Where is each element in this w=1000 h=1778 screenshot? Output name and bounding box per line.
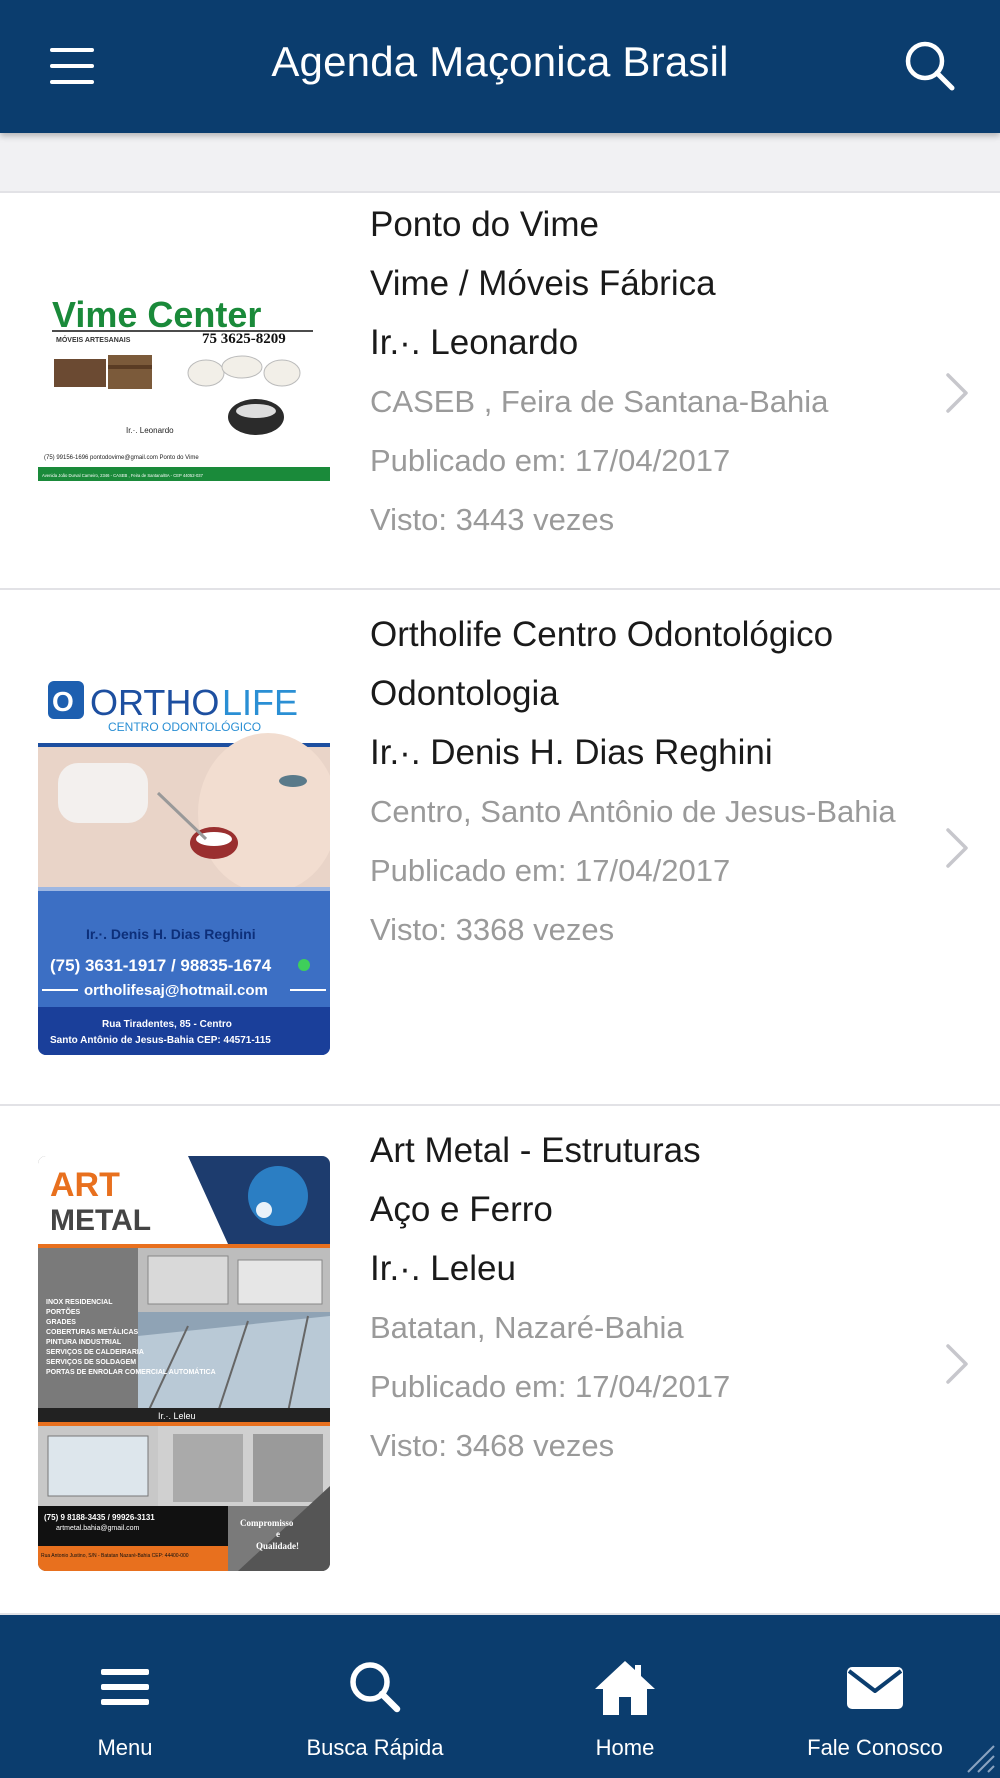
listing-name: Ponto do Vime <box>370 205 599 244</box>
thumb-phone: 75 3625-8209 <box>202 331 286 347</box>
list-item[interactable]: O ORTHO LIFE CENTRO ODONTOLÓGICO Ir.·. D… <box>0 590 1000 1106</box>
tab-label: Busca Rápida <box>306 1735 444 1760</box>
listing-location: CASEB , Feira de Santana-Bahia <box>370 384 829 419</box>
listing-location: Batatan, Nazaré-Bahia <box>370 1310 684 1345</box>
list-item[interactable]: ART METAL INOX RESIDENCIAL PORTÕES GRADE… <box>0 1106 1000 1615</box>
thumb-address-2: Santo Antônio de Jesus-Bahia CEP: 44571-… <box>50 1035 271 1046</box>
chevron-right-icon <box>946 828 968 868</box>
listing-person: Ir.·. Leonardo <box>370 323 579 362</box>
thumb-phone: (75) 9 8188-3435 / 99926-3131 <box>44 1513 155 1522</box>
tab-label: Home <box>595 1735 655 1760</box>
list-top-spacer <box>0 133 1000 193</box>
thumb-service: COBERTURAS METÁLICAS <box>46 1327 138 1336</box>
listing-category: Odontologia <box>370 674 559 713</box>
thumb-person: Ir.·. Leleu <box>158 1411 196 1421</box>
thumb-logo-text: ORTHO <box>90 682 219 723</box>
thumb-service: PINTURA INDUSTRIAL <box>46 1339 122 1346</box>
thumb-service: SERVIÇOS DE CALDEIRARIA <box>46 1349 144 1356</box>
listing-views: Visto: 3368 vezes <box>370 912 615 947</box>
menu-icon <box>101 1669 149 1705</box>
search-icon <box>350 1662 401 1713</box>
thumb-service: PORTAS DE ENROLAR COMERCIAL AUTOMÁTICA <box>46 1367 216 1376</box>
app-header: Agenda Maçonica Brasil <box>0 0 1000 133</box>
bottom-tab-bar: Menu Busca Rápida Home Fale Conosco <box>0 1615 1000 1778</box>
thumb-person: Ir.·. Leonardo <box>126 426 174 435</box>
thumb-logo-text-2: LIFE <box>222 682 298 723</box>
listing-image: O ORTHO LIFE CENTRO ODONTOLÓGICO Ir.·. D… <box>38 663 330 1055</box>
mail-icon <box>847 1667 903 1709</box>
thumb-contacts: (75) 99156-1696 pontodovime@gmail.com Po… <box>44 455 199 461</box>
svg-text:O: O <box>52 686 74 717</box>
thumb-service: PORTÕES <box>46 1307 81 1316</box>
list-item[interactable]: Vime Center MÓVEIS ARTESANAIS 75 3625-82… <box>0 195 1000 590</box>
listing-name: Art Metal - Estruturas <box>370 1131 701 1170</box>
listing-person: Ir.·. Leleu <box>370 1249 516 1288</box>
thumb-logo-text-2: METAL <box>50 1204 151 1237</box>
thumb-address: Avenida João Durval Carneiro, 2346 - CAS… <box>42 473 204 478</box>
thumb-service: SERVIÇOS DE SOLDAGEM <box>46 1359 136 1366</box>
listing-name: Ortholife Centro Odontológico <box>370 615 834 654</box>
thumb-address: Rua Antonio Justino, S/N - Batatan Nazar… <box>41 1553 189 1559</box>
thumb-logo-text: ART <box>50 1166 120 1204</box>
thumb-email: ortholifesaj@hotmail.com <box>84 982 268 999</box>
listing-views: Visto: 3443 vezes <box>370 502 615 537</box>
home-icon <box>595 1661 655 1715</box>
listing-category: Vime / Móveis Fábrica <box>370 264 716 303</box>
thumb-person: Ir.·. Denis H. Dias Reghini <box>86 926 256 942</box>
listing-image: Vime Center MÓVEIS ARTESANAIS 75 3625-82… <box>38 287 330 492</box>
thumb-service: GRADES <box>46 1319 76 1326</box>
tab-label: Menu <box>97 1735 153 1760</box>
listing-published: Publicado em: 17/04/2017 <box>370 1369 731 1404</box>
thumb-address: Rua Tiradentes, 85 - Centro <box>102 1019 232 1030</box>
thumb-service: INOX RESIDENCIAL <box>46 1299 113 1306</box>
thumb-tagline: Compromisso <box>240 1518 294 1528</box>
resize-grip-icon[interactable] <box>960 1738 996 1774</box>
thumb-tagline: e <box>276 1529 280 1539</box>
page-title: Agenda Maçonica Brasil <box>271 38 729 85</box>
thumb-email: artmetal.bahia@gmail.com <box>56 1525 140 1532</box>
listing-category: Aço e Ferro <box>370 1190 553 1229</box>
chevron-right-icon <box>946 373 968 413</box>
listing-image: ART METAL INOX RESIDENCIAL PORTÕES GRADE… <box>38 1156 330 1571</box>
thumb-logo-text: Vime Center <box>52 294 261 335</box>
thumb-tagline: Qualidade! <box>256 1541 299 1551</box>
thumb-subtitle: MÓVEIS ARTESANAIS <box>56 335 131 344</box>
chevron-right-icon <box>946 1344 968 1384</box>
listing-views: Visto: 3468 vezes <box>370 1428 615 1463</box>
tab-home[interactable]: Home <box>500 1615 750 1778</box>
thumb-phone: (75) 3631-1917 / 98835-1674 <box>50 956 272 975</box>
tab-busca-rapida[interactable]: Busca Rápida <box>250 1615 500 1778</box>
search-icon[interactable] <box>900 36 960 96</box>
listing-published: Publicado em: 17/04/2017 <box>370 443 731 478</box>
listing-location: Centro, Santo Antônio de Jesus-Bahia <box>370 794 896 829</box>
listing-person: Ir.·. Denis H. Dias Reghini <box>370 733 773 772</box>
thumb-subtitle: CENTRO ODONTOLÓGICO <box>108 719 261 734</box>
listing-published: Publicado em: 17/04/2017 <box>370 853 731 888</box>
tab-menu[interactable]: Menu <box>0 1615 250 1778</box>
